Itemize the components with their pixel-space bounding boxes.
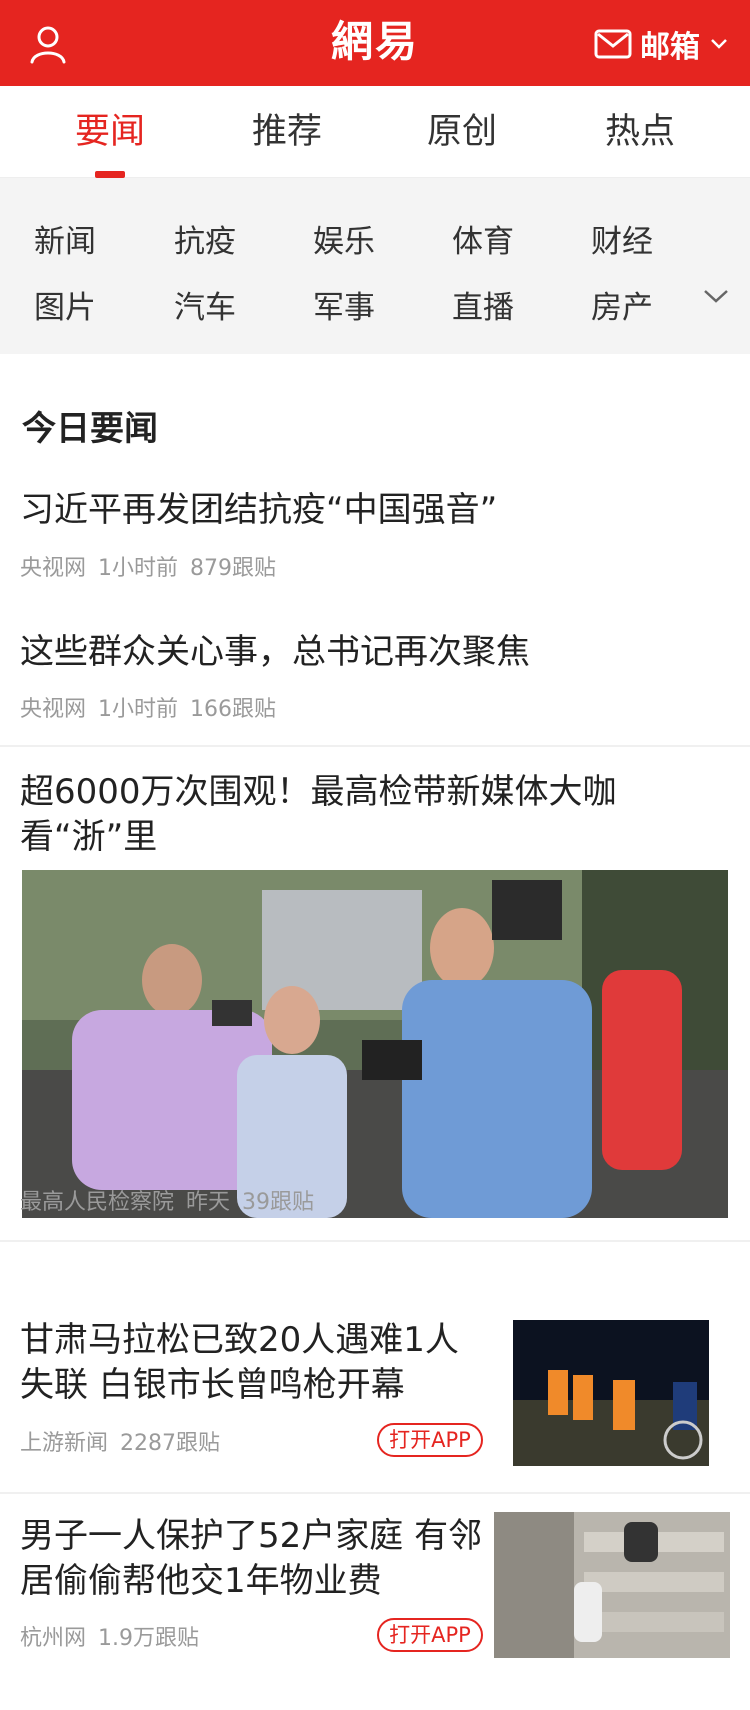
news-title-line2[interactable]: 失联 白银市长曾鸣枪开幕	[20, 1363, 405, 1407]
news-meta: 上游新闻 2287跟贴	[20, 1425, 220, 1457]
channel-grid: 新闻 抗疫 娱乐 体育 财经 图片 汽车 军事 直播 房产	[0, 178, 750, 354]
news-meta: 央视网 1小时前 879跟贴	[20, 550, 276, 582]
news-title-line2[interactable]: 看“浙”里	[20, 815, 157, 859]
channel-item[interactable]: 房产	[572, 282, 672, 327]
tab-redian[interactable]: 热点	[565, 86, 715, 178]
tab-yaowen[interactable]: 要闻	[35, 86, 185, 178]
comment-count[interactable]: 2287跟贴	[120, 1431, 220, 1456]
channel-item[interactable]: 军事	[294, 282, 394, 327]
chevron-down-icon	[711, 39, 727, 49]
tab-tuijian[interactable]: 推荐	[212, 86, 362, 178]
netease-logo[interactable]: 網易	[300, 14, 450, 70]
top-bar: 網易 邮箱	[0, 0, 750, 86]
channel-item[interactable]: 体育	[433, 216, 533, 261]
section-title: 今日要闻	[22, 409, 158, 449]
mail-icon	[594, 29, 632, 59]
news-source: 央视网	[20, 556, 87, 581]
news-meta: 央视网 1小时前 166跟贴	[20, 691, 276, 723]
channel-item[interactable]: 图片	[15, 282, 115, 327]
divider	[0, 1492, 750, 1494]
comment-count[interactable]: 1.9万跟贴	[98, 1626, 199, 1651]
chevron-down-icon[interactable]	[702, 288, 730, 306]
user-button[interactable]	[26, 22, 70, 66]
news-source: 杭州网	[20, 1626, 87, 1651]
mail-label: 邮箱	[640, 30, 700, 65]
news-source: 上游新闻	[20, 1431, 109, 1456]
channel-item[interactable]: 汽车	[155, 282, 255, 327]
news-title[interactable]: 习近平再发团结抗疫“中国强音”	[20, 488, 497, 532]
news-thumbnail[interactable]	[494, 1512, 730, 1658]
channel-item[interactable]: 财经	[572, 216, 672, 261]
active-tab-indicator	[95, 171, 125, 178]
comment-count[interactable]: 39跟贴	[242, 1190, 314, 1215]
news-title-line2[interactable]: 居偷偷帮他交1年物业费	[20, 1559, 382, 1603]
news-meta: 杭州网 1.9万跟贴	[20, 1620, 199, 1652]
tab-yuanchuang[interactable]: 原创	[387, 86, 537, 178]
open-app-button[interactable]: 打开APP	[377, 1423, 483, 1457]
news-source: 最高人民检察院	[20, 1190, 175, 1215]
mail-button[interactable]: 邮箱	[594, 22, 728, 66]
news-time: 1小时前	[98, 556, 179, 581]
user-icon	[30, 26, 66, 64]
news-photo[interactable]	[22, 870, 728, 1218]
news-source: 央视网	[20, 697, 87, 722]
news-title[interactable]: 甘肃马拉松已致20人遇难1人	[20, 1318, 459, 1362]
news-title[interactable]: 超6000万次围观！最高检带新媒体大咖	[20, 770, 617, 814]
channel-item[interactable]: 新闻	[15, 216, 115, 261]
comment-count[interactable]: 166跟贴	[190, 697, 276, 722]
divider	[0, 1240, 750, 1242]
news-time: 昨天	[186, 1190, 231, 1215]
news-time: 1小时前	[98, 697, 179, 722]
channel-item[interactable]: 娱乐	[294, 216, 394, 261]
comment-count[interactable]: 879跟贴	[190, 556, 276, 581]
channel-item[interactable]: 抗疫	[155, 216, 255, 261]
news-title[interactable]: 男子一人保护了52户家庭 有邻	[20, 1514, 482, 1558]
news-title[interactable]: 这些群众关心事，总书记再次聚焦	[20, 630, 530, 674]
main-tabs: 要闻 推荐 原创 热点	[0, 86, 750, 178]
news-thumbnail[interactable]	[513, 1320, 709, 1466]
divider	[0, 745, 750, 747]
news-meta: 最高人民检察院 昨天 39跟贴	[20, 1184, 314, 1216]
open-app-button[interactable]: 打开APP	[377, 1618, 483, 1652]
channel-item[interactable]: 直播	[433, 282, 533, 327]
